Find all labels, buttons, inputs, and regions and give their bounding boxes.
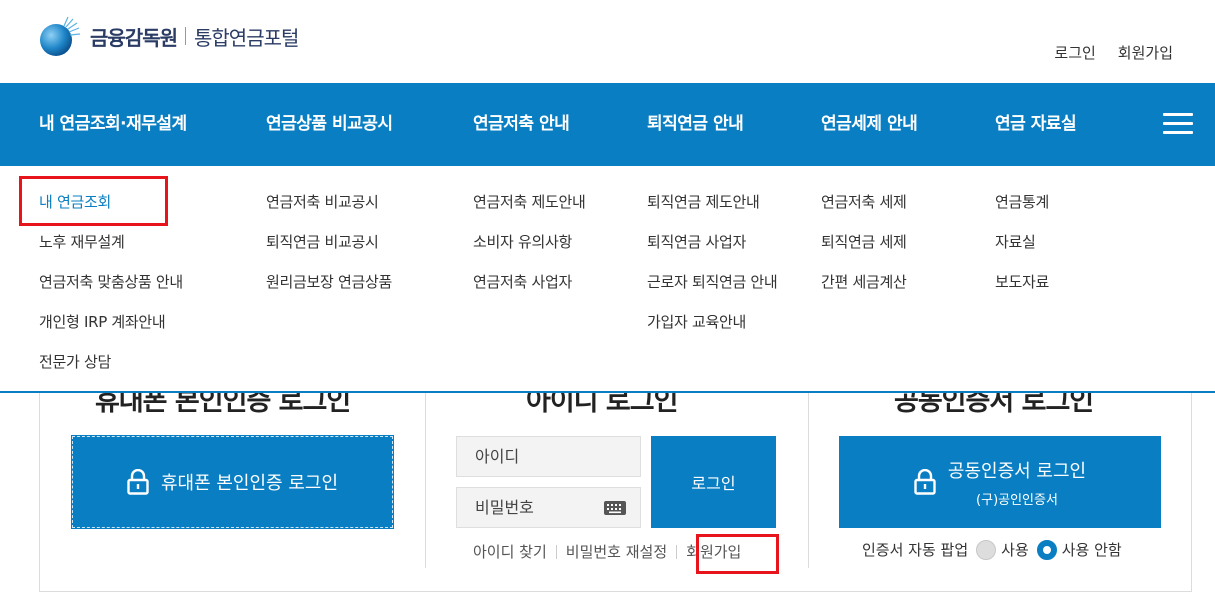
radio-unchecked-icon (976, 539, 997, 560)
lock-icon (127, 469, 149, 495)
lock-icon (914, 469, 936, 495)
menu-savings-provider[interactable]: 연금저축 사업자 (473, 268, 585, 308)
menu-retirement-system[interactable]: 퇴직연금 제도안내 (647, 188, 777, 228)
nav-my-pension[interactable]: 내 연금조회·재무설계 (39, 83, 187, 166)
menu-subscriber-education[interactable]: 가입자 교육안내 (647, 308, 777, 348)
site-header: 금융감독원 통합연금포털 로그인 회원가입 (0, 0, 1215, 83)
menu-tax-calculator[interactable]: 간편 세금계산 (821, 268, 907, 308)
cert-popup-setting: 인증서 자동 팝업 사용 사용 안함 (862, 539, 1122, 560)
nav-pension-library[interactable]: 연금 자료실 (995, 83, 1077, 166)
org-name: 금융감독원 (90, 25, 178, 50)
mega-menu-dropdown: 내 연금조회 노후 재무설계 연금저축 맞춤상품 안내 개인형 IRP 계좌안내… (0, 166, 1215, 393)
panel-divider (808, 393, 809, 568)
menu-guaranteed-product[interactable]: 원리금보장 연금상품 (266, 268, 392, 308)
nav-pension-savings[interactable]: 연금저축 안내 (473, 83, 570, 166)
popup-no-use-label: 사용 안함 (1061, 541, 1122, 559)
nav-retirement-pension[interactable]: 퇴직연금 안내 (647, 83, 744, 166)
menu-retirement-compare[interactable]: 퇴직연금 비교공시 (266, 228, 392, 268)
reset-password-link[interactable]: 비밀번호 재설정 (566, 541, 667, 562)
menu-press-release[interactable]: 보도자료 (995, 268, 1049, 308)
menu-column-library: 연금통계 자료실 보도자료 (995, 188, 1049, 308)
password-placeholder: 비밀번호 (475, 498, 534, 517)
menu-column-compare: 연금저축 비교공시 퇴직연금 비교공시 원리금보장 연금상품 (266, 188, 392, 308)
phone-login-label: 휴대폰 본인인증 로그인 (160, 473, 339, 494)
id-input[interactable]: 아이디 (456, 436, 641, 477)
menu-pension-stats[interactable]: 연금통계 (995, 188, 1049, 228)
menu-custom-product[interactable]: 연금저축 맞춤상품 안내 (39, 268, 183, 308)
menu-savings-tax[interactable]: 연금저축 세제 (821, 188, 907, 228)
link-separator (676, 544, 678, 559)
menu-expert-consult[interactable]: 전문가 상담 (39, 348, 183, 388)
menu-retirement-tax[interactable]: 퇴직연금 세제 (821, 228, 907, 268)
login-section: 휴대폰 본인인증 로그인 아이디 로그인 공동인증서 로그인 휴대폰 본인인증 … (39, 386, 1192, 592)
menu-consumer-notice[interactable]: 소비자 유의사항 (473, 228, 585, 268)
highlight-box-my-pension (19, 176, 168, 226)
nav-product-compare[interactable]: 연금상품 비교공시 (266, 83, 393, 166)
menu-column-savings: 연금저축 제도안내 소비자 유의사항 연금저축 사업자 (473, 188, 586, 308)
phone-login-button[interactable]: 휴대폰 본인인증 로그인 (71, 435, 394, 529)
popup-use-label: 사용 (1001, 541, 1029, 559)
highlight-box-signup (696, 534, 779, 574)
nav-pension-tax[interactable]: 연금세제 안내 (821, 83, 918, 166)
menu-savings-compare[interactable]: 연금저축 비교공시 (266, 188, 392, 228)
menu-column-retirement: 퇴직연금 제도안내 퇴직연금 사업자 근로자 퇴직연금 안내 가입자 교육안내 (647, 188, 778, 348)
cert-login-button[interactable]: 공동인증서 로그인 (구)공인인증서 (839, 436, 1161, 528)
cert-legacy-label: (구)공인인증서 (976, 492, 1058, 508)
utility-links: 로그인 회원가입 (1054, 42, 1173, 63)
radio-checked-icon (1036, 539, 1057, 560)
main-nav: 내 연금조회·재무설계 연금상품 비교공시 연금저축 안내 퇴직연금 안내 연금… (0, 83, 1215, 166)
find-id-link[interactable]: 아이디 찾기 (473, 541, 547, 562)
panel-divider (425, 393, 426, 568)
menu-library[interactable]: 자료실 (995, 228, 1049, 268)
menu-column-tax: 연금저축 세제 퇴직연금 세제 간편 세금계산 (821, 188, 907, 308)
menu-irp-account[interactable]: 개인형 IRP 계좌안내 (39, 308, 183, 348)
menu-retirement-provider[interactable]: 퇴직연금 사업자 (647, 228, 777, 268)
popup-no-use-radio[interactable]: 사용 안함 (1036, 539, 1122, 560)
menu-retirement-planning[interactable]: 노후 재무설계 (39, 228, 183, 268)
password-input[interactable]: 비밀번호 (456, 487, 641, 528)
cert-button-text: 공동인증서 로그인 (구)공인인증서 (948, 457, 1086, 508)
header-signup-link[interactable]: 회원가입 (1118, 42, 1173, 63)
portal-name: 통합연금포털 (194, 25, 299, 50)
logo-separator (185, 27, 186, 45)
id-login-button[interactable]: 로그인 (651, 436, 776, 528)
cert-login-label: 공동인증서 로그인 (947, 460, 1087, 482)
cert-popup-label: 인증서 자동 팝업 (862, 541, 969, 559)
virtual-keyboard-icon[interactable] (604, 501, 626, 515)
site-logo[interactable]: 금융감독원 통합연금포털 (38, 14, 299, 58)
fss-logo-icon (40, 16, 81, 56)
menu-savings-system[interactable]: 연금저축 제도안내 (473, 188, 586, 228)
link-separator (555, 544, 557, 559)
menu-icon[interactable] (1163, 113, 1193, 135)
menu-worker-retirement[interactable]: 근로자 퇴직연금 안내 (647, 268, 778, 308)
popup-use-radio[interactable]: 사용 (976, 539, 1029, 560)
header-login-link[interactable]: 로그인 (1054, 42, 1095, 63)
